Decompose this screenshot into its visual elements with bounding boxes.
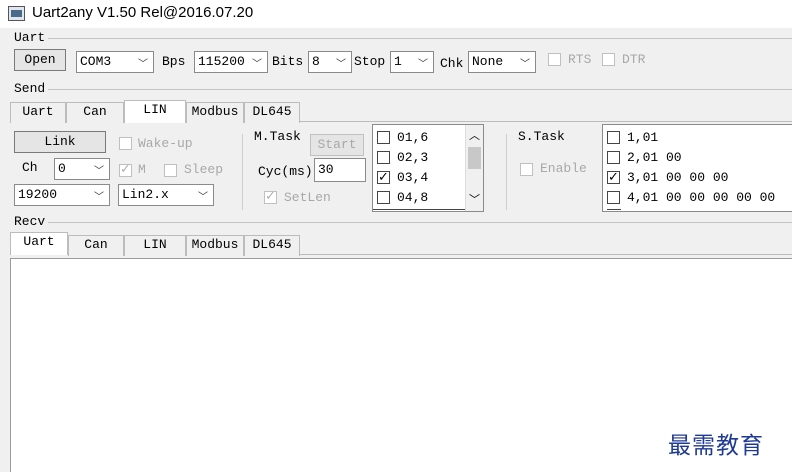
divider: [242, 134, 243, 210]
list-item-label: 03,4: [397, 170, 429, 185]
sleep-checkbox[interactable]: [164, 164, 177, 177]
bits-select[interactable]: 8 ﹀: [308, 51, 352, 73]
setlen-checkbox[interactable]: [264, 189, 277, 204]
title-bar[interactable]: Uart2any V1.50 Rel@2016.07.20: [0, 0, 792, 28]
recv-tab-dl645[interactable]: DL645: [244, 235, 300, 256]
link-button[interactable]: Link: [14, 131, 106, 153]
chevron-up-icon[interactable]: ︿: [466, 127, 483, 143]
chevron-down-icon[interactable]: ﹀: [466, 191, 483, 207]
stask-list[interactable]: 1,01 2,01 00 3,01 00 00 00 4,01 00 00 00…: [602, 124, 792, 212]
ch-value: 0: [58, 161, 66, 176]
chevron-down-icon: ﹀: [520, 59, 530, 70]
send-group-label: Send: [14, 81, 46, 96]
mtask-checkbox[interactable]: [377, 131, 390, 144]
port-value: COM3: [80, 54, 112, 69]
recv-group-divider: [48, 222, 792, 223]
open-button[interactable]: Open: [14, 49, 66, 71]
ch-label: Ch: [22, 160, 38, 175]
lin-baud-select[interactable]: 19200 ﹀: [14, 184, 110, 206]
chevron-down-icon: ﹀: [138, 59, 148, 70]
chk-value: None: [472, 54, 504, 69]
list-item-label: 04,8: [397, 190, 429, 205]
stop-select[interactable]: 1 ﹀: [390, 51, 434, 73]
ch-select[interactable]: 0 ﹀: [54, 158, 110, 180]
enable-label: Enable: [540, 161, 587, 176]
mtask-scrollbar[interactable]: ︿ ﹀: [465, 125, 483, 211]
rts-label: RTS: [568, 52, 592, 67]
stop-label: Stop: [354, 54, 386, 69]
sleep-label: Sleep: [184, 162, 224, 177]
stask-checkbox[interactable]: [607, 131, 620, 144]
lin-baud-value: 19200: [18, 187, 58, 202]
app-icon: [8, 6, 25, 21]
port-select[interactable]: COM3 ﹀: [76, 51, 154, 73]
start-button[interactable]: Start: [310, 134, 364, 156]
chevron-down-icon: ﹀: [198, 192, 208, 203]
stask-checkbox[interactable]: [607, 191, 620, 204]
recv-tab-can[interactable]: Can: [68, 235, 124, 256]
send-tab-uart[interactable]: Uart: [10, 102, 66, 123]
divider: [506, 134, 507, 210]
recv-tab-uart[interactable]: Uart: [10, 232, 68, 255]
enable-checkbox[interactable]: [520, 163, 533, 176]
list-item-label: 1,01: [627, 130, 659, 145]
mtask-checkbox[interactable]: [377, 191, 390, 204]
lin-version-select[interactable]: Lin2.x ﹀: [118, 184, 214, 206]
bps-select[interactable]: 115200 ﹀: [194, 51, 268, 73]
list-item-label: 01,6: [397, 130, 429, 145]
chevron-down-icon: ﹀: [418, 59, 428, 70]
recv-group-label: Recv: [14, 214, 46, 229]
wakeup-label: Wake-up: [138, 136, 193, 151]
bps-label: Bps: [162, 54, 186, 69]
rts-checkbox[interactable]: [548, 53, 561, 66]
lin-version-value: Lin2.x: [122, 187, 169, 202]
send-tab-modbus[interactable]: Modbus: [186, 102, 244, 123]
send-tab-lin[interactable]: LIN: [124, 100, 186, 123]
chk-select[interactable]: None ﹀: [468, 51, 536, 73]
bits-label: Bits: [272, 54, 304, 69]
window-title: Uart2any V1.50 Rel@2016.07.20: [32, 4, 254, 21]
uart-group-divider: [48, 38, 792, 39]
stask-label: S.Task: [518, 129, 565, 144]
dtr-label: DTR: [622, 52, 646, 67]
send-group-divider: [48, 89, 792, 90]
send-tab-can[interactable]: Can: [66, 102, 124, 123]
chevron-down-icon: ﹀: [94, 192, 104, 203]
chevron-down-icon: ﹀: [252, 59, 262, 70]
stask-checkbox[interactable]: [607, 151, 620, 164]
list-item-label: 3,01 00 00 00: [627, 170, 729, 185]
mtask-checkbox[interactable]: [377, 169, 390, 187]
list-item-label: 2,01 00: [627, 150, 682, 165]
mtask-label: M.Task: [254, 129, 301, 144]
bps-value: 115200: [198, 54, 245, 69]
stop-value: 1: [394, 54, 402, 69]
list-item-label: 4,01 00 00 00 00 00: [627, 190, 776, 205]
recv-tab-lin[interactable]: LIN: [124, 235, 186, 256]
list-item-label: 02,3: [397, 150, 429, 165]
wakeup-checkbox[interactable]: [119, 137, 132, 150]
scroll-thumb[interactable]: [468, 147, 481, 169]
uart-group-label: Uart: [14, 30, 46, 45]
m-checkbox[interactable]: [119, 162, 132, 177]
cyc-label: Cyc(ms): [258, 164, 313, 179]
chevron-down-icon: ﹀: [336, 59, 346, 70]
watermark: 最需教育: [668, 433, 764, 459]
bits-value: 8: [312, 54, 320, 69]
chevron-down-icon: ﹀: [94, 166, 104, 177]
mtask-checkbox[interactable]: [377, 151, 390, 164]
cyc-input[interactable]: 30: [314, 158, 366, 182]
stask-checkbox[interactable]: [607, 169, 620, 187]
mtask-list[interactable]: 01,6 02,3 03,4 04,8 ︿ ﹀: [372, 124, 484, 212]
send-tab-dl645[interactable]: DL645: [244, 102, 300, 123]
dtr-checkbox[interactable]: [602, 53, 615, 66]
chk-label: Chk: [440, 56, 464, 71]
recv-tab-modbus[interactable]: Modbus: [186, 235, 244, 256]
m-label: M: [138, 162, 146, 177]
setlen-label: SetLen: [284, 190, 331, 205]
